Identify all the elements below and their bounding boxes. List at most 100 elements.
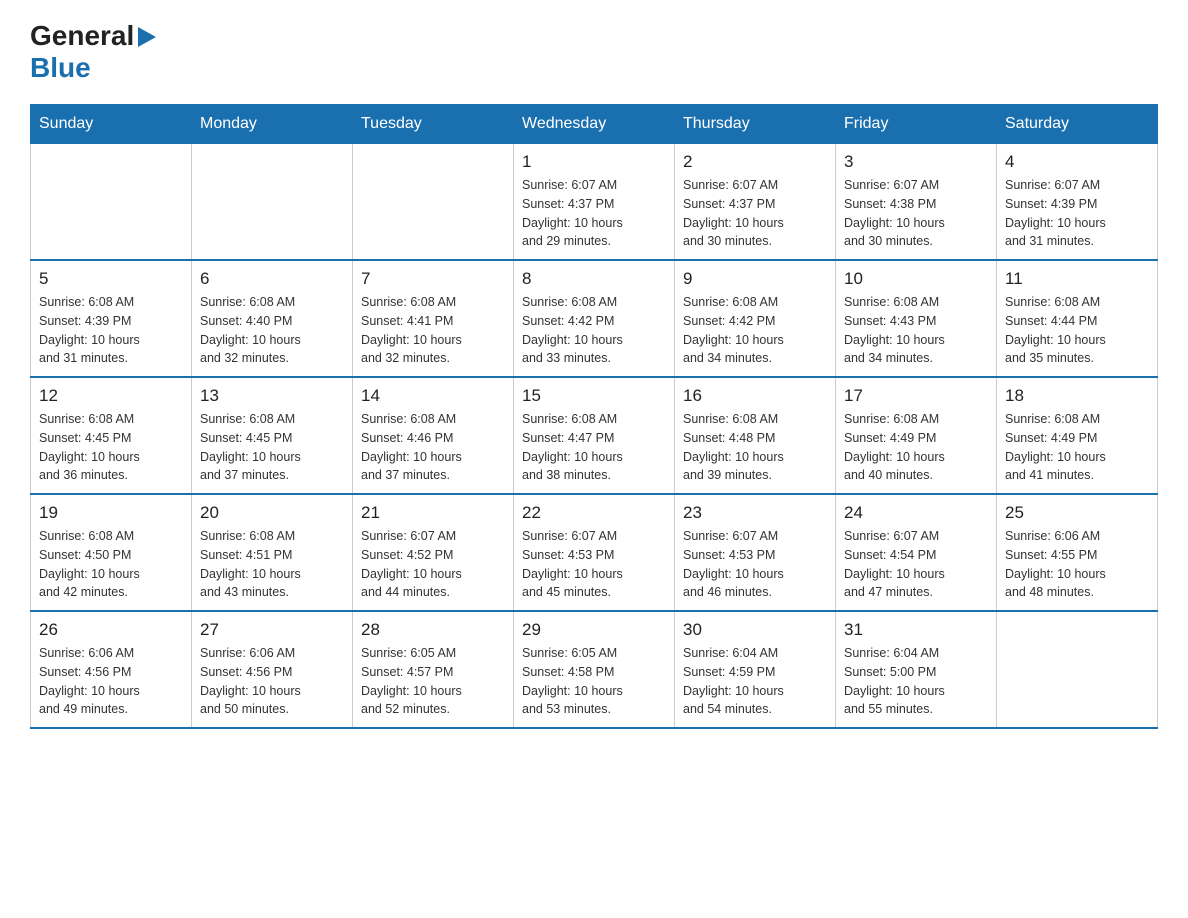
day-info: Sunrise: 6:06 AM Sunset: 4:56 PM Dayligh… — [39, 644, 183, 719]
day-number: 7 — [361, 269, 505, 289]
weekday-header-wednesday: Wednesday — [514, 105, 675, 144]
day-number: 22 — [522, 503, 666, 523]
day-info: Sunrise: 6:07 AM Sunset: 4:54 PM Dayligh… — [844, 527, 988, 602]
calendar-cell: 27Sunrise: 6:06 AM Sunset: 4:56 PM Dayli… — [192, 611, 353, 728]
day-info: Sunrise: 6:07 AM Sunset: 4:37 PM Dayligh… — [683, 176, 827, 251]
day-number: 2 — [683, 152, 827, 172]
day-info: Sunrise: 6:08 AM Sunset: 4:41 PM Dayligh… — [361, 293, 505, 368]
day-number: 26 — [39, 620, 183, 640]
week-row-4: 19 Sunrise: 6:08 AM Sunset: 4:50 PM Dayli… — [31, 494, 1158, 611]
weekday-header-tuesday: Tuesday — [353, 105, 514, 144]
day-info: Sunrise: 6:08 AM Sunset: 4:50 PM Dayligh… — [39, 527, 183, 602]
day-number: 13 — [200, 386, 344, 406]
page-header: General Blue — [30, 20, 1158, 84]
calendar-cell: 15 Sunrise: 6:08 AM Sunset: 4:47 PM Dayli… — [514, 377, 675, 494]
day-info: Sunrise: 6:08 AM Sunset: 4:39 PM Dayligh… — [39, 293, 183, 368]
day-info: Sunrise: 6:08 AM Sunset: 4:43 PM Dayligh… — [844, 293, 988, 368]
day-info: Sunrise: 6:06 AM Sunset: 4:55 PM Dayligh… — [1005, 527, 1149, 602]
day-number: 5 — [39, 269, 183, 289]
calendar-cell — [997, 611, 1158, 728]
weekday-header-monday: Monday — [192, 105, 353, 144]
day-info: Sunrise: 6:08 AM Sunset: 4:42 PM Dayligh… — [683, 293, 827, 368]
day-info: Sunrise: 6:08 AM Sunset: 4:45 PM Dayligh… — [200, 410, 344, 485]
calendar-cell: 22 Sunrise: 6:07 AM Sunset: 4:53 PM Dayli… — [514, 494, 675, 611]
day-number: 21 — [361, 503, 505, 523]
calendar-cell: 13 Sunrise: 6:08 AM Sunset: 4:45 PM Dayli… — [192, 377, 353, 494]
day-info: Sunrise: 6:06 AM Sunset: 4:56 PM Dayligh… — [200, 644, 344, 719]
day-info: Sunrise: 6:07 AM Sunset: 4:39 PM Dayligh… — [1005, 176, 1149, 251]
weekday-header-saturday: Saturday — [997, 105, 1158, 144]
day-number: 8 — [522, 269, 666, 289]
calendar-cell: 25 Sunrise: 6:06 AM Sunset: 4:55 PM Dayli… — [997, 494, 1158, 611]
day-number: 18 — [1005, 386, 1149, 406]
day-info: Sunrise: 6:08 AM Sunset: 4:51 PM Dayligh… — [200, 527, 344, 602]
weekday-header-sunday: Sunday — [31, 105, 192, 144]
calendar-cell: 30 Sunrise: 6:04 AM Sunset: 4:59 PM Dayli… — [675, 611, 836, 728]
week-row-2: 5 Sunrise: 6:08 AM Sunset: 4:39 PM Daylig… — [31, 260, 1158, 377]
day-info: Sunrise: 6:04 AM Sunset: 4:59 PM Dayligh… — [683, 644, 827, 719]
day-number: 4 — [1005, 152, 1149, 172]
calendar-cell: 16Sunrise: 6:08 AM Sunset: 4:48 PM Dayli… — [675, 377, 836, 494]
weekday-header-thursday: Thursday — [675, 105, 836, 144]
week-row-3: 12 Sunrise: 6:08 AM Sunset: 4:45 PM Dayli… — [31, 377, 1158, 494]
day-number: 10 — [844, 269, 988, 289]
calendar-cell: 23 Sunrise: 6:07 AM Sunset: 4:53 PM Dayli… — [675, 494, 836, 611]
calendar-cell: 24 Sunrise: 6:07 AM Sunset: 4:54 PM Dayli… — [836, 494, 997, 611]
logo: General Blue — [30, 20, 156, 84]
week-row-1: 1 Sunrise: 6:07 AM Sunset: 4:37 PM Daylig… — [31, 144, 1158, 261]
calendar-cell: 29Sunrise: 6:05 AM Sunset: 4:58 PM Dayli… — [514, 611, 675, 728]
day-info: Sunrise: 6:05 AM Sunset: 4:57 PM Dayligh… — [361, 644, 505, 719]
day-number: 28 — [361, 620, 505, 640]
calendar-cell: 8 Sunrise: 6:08 AM Sunset: 4:42 PM Daylig… — [514, 260, 675, 377]
day-info: Sunrise: 6:07 AM Sunset: 4:52 PM Dayligh… — [361, 527, 505, 602]
day-number: 25 — [1005, 503, 1149, 523]
day-number: 24 — [844, 503, 988, 523]
calendar-cell: 6Sunrise: 6:08 AM Sunset: 4:40 PM Daylig… — [192, 260, 353, 377]
day-info: Sunrise: 6:08 AM Sunset: 4:44 PM Dayligh… — [1005, 293, 1149, 368]
day-info: Sunrise: 6:08 AM Sunset: 4:49 PM Dayligh… — [1005, 410, 1149, 485]
calendar-cell: 1 Sunrise: 6:07 AM Sunset: 4:37 PM Daylig… — [514, 144, 675, 261]
calendar-cell: 17Sunrise: 6:08 AM Sunset: 4:49 PM Dayli… — [836, 377, 997, 494]
calendar-cell: 20Sunrise: 6:08 AM Sunset: 4:51 PM Dayli… — [192, 494, 353, 611]
calendar-cell: 2 Sunrise: 6:07 AM Sunset: 4:37 PM Daylig… — [675, 144, 836, 261]
day-number: 29 — [522, 620, 666, 640]
day-number: 16 — [683, 386, 827, 406]
calendar-cell: 19 Sunrise: 6:08 AM Sunset: 4:50 PM Dayli… — [31, 494, 192, 611]
weekday-header-friday: Friday — [836, 105, 997, 144]
logo-triangle-icon — [138, 27, 156, 52]
day-number: 1 — [522, 152, 666, 172]
calendar-cell: 28 Sunrise: 6:05 AM Sunset: 4:57 PM Dayli… — [353, 611, 514, 728]
day-number: 23 — [683, 503, 827, 523]
day-info: Sunrise: 6:07 AM Sunset: 4:53 PM Dayligh… — [683, 527, 827, 602]
calendar-cell: 31Sunrise: 6:04 AM Sunset: 5:00 PM Dayli… — [836, 611, 997, 728]
day-number: 12 — [39, 386, 183, 406]
day-info: Sunrise: 6:08 AM Sunset: 4:46 PM Dayligh… — [361, 410, 505, 485]
calendar-cell — [353, 144, 514, 261]
calendar-cell: 9 Sunrise: 6:08 AM Sunset: 4:42 PM Daylig… — [675, 260, 836, 377]
day-info: Sunrise: 6:08 AM Sunset: 4:40 PM Dayligh… — [200, 293, 344, 368]
calendar-cell: 12Sunrise: 6:08 AM Sunset: 4:45 PM Dayli… — [31, 377, 192, 494]
calendar-cell: 10 Sunrise: 6:08 AM Sunset: 4:43 PM Dayli… — [836, 260, 997, 377]
day-info: Sunrise: 6:08 AM Sunset: 4:42 PM Dayligh… — [522, 293, 666, 368]
day-number: 19 — [39, 503, 183, 523]
day-number: 30 — [683, 620, 827, 640]
logo-general-text: General — [30, 20, 134, 52]
day-number: 15 — [522, 386, 666, 406]
calendar-table: SundayMondayTuesdayWednesdayThursdayFrid… — [30, 104, 1158, 729]
day-info: Sunrise: 6:07 AM Sunset: 4:53 PM Dayligh… — [522, 527, 666, 602]
calendar-cell: 11Sunrise: 6:08 AM Sunset: 4:44 PM Dayli… — [997, 260, 1158, 377]
calendar-cell: 7 Sunrise: 6:08 AM Sunset: 4:41 PM Daylig… — [353, 260, 514, 377]
day-info: Sunrise: 6:07 AM Sunset: 4:37 PM Dayligh… — [522, 176, 666, 251]
calendar-cell — [192, 144, 353, 261]
calendar-cell: 4 Sunrise: 6:07 AM Sunset: 4:39 PM Daylig… — [997, 144, 1158, 261]
day-info: Sunrise: 6:04 AM Sunset: 5:00 PM Dayligh… — [844, 644, 988, 719]
calendar-cell: 3Sunrise: 6:07 AM Sunset: 4:38 PM Daylig… — [836, 144, 997, 261]
day-number: 9 — [683, 269, 827, 289]
day-number: 17 — [844, 386, 988, 406]
day-info: Sunrise: 6:08 AM Sunset: 4:47 PM Dayligh… — [522, 410, 666, 485]
weekday-header-row: SundayMondayTuesdayWednesdayThursdayFrid… — [31, 105, 1158, 144]
day-number: 14 — [361, 386, 505, 406]
calendar-cell — [31, 144, 192, 261]
week-row-5: 26 Sunrise: 6:06 AM Sunset: 4:56 PM Dayli… — [31, 611, 1158, 728]
calendar-cell: 26 Sunrise: 6:06 AM Sunset: 4:56 PM Dayli… — [31, 611, 192, 728]
